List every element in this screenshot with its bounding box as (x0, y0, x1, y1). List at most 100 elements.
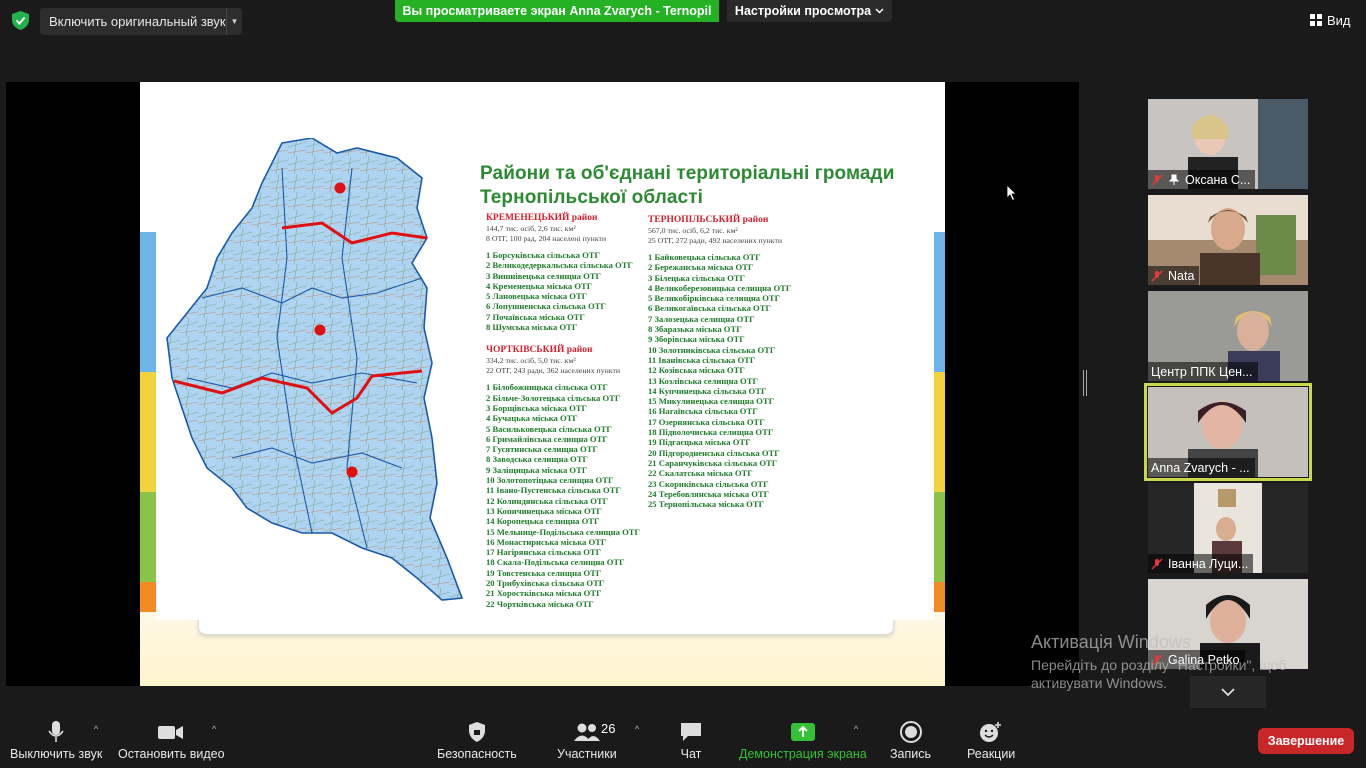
end-meeting-button[interactable]: Завершение (1258, 728, 1354, 754)
otg-list-item: 4 Великоберезовицька селищна ОТГ (648, 282, 792, 293)
participants-button[interactable]: 26 Участники (557, 721, 617, 761)
audio-options-caret-icon[interactable]: ^ (94, 724, 98, 734)
pin-icon (1168, 174, 1180, 185)
otg-list-kremenets: 1 Борсуківська сільська ОТГ 2 Великодедер… (486, 250, 656, 332)
chat-bubble-icon (681, 723, 701, 741)
otg-list-item: 2 Бережанська міська ОТГ (648, 262, 754, 273)
otg-list-item: 10 Золотниківська сільська ОТГ (648, 344, 776, 355)
otg-list-item: 7 Гусятинська селищна ОТГ (486, 444, 598, 455)
mouse-cursor-icon (1007, 185, 1017, 201)
mute-button[interactable]: Выключить звук (10, 721, 102, 761)
otg-list-item: 13 Копичинецька міська ОТГ (486, 505, 602, 516)
otg-list-item: 18 Підволочиська селищна ОТГ (648, 427, 774, 438)
otg-list-item: 25 Тернопільська міська ОТГ (648, 499, 765, 510)
view-options-label: Настройки просмотра (734, 4, 872, 18)
caret-down-icon: ▼ (230, 17, 239, 26)
otg-list-item: 1 Білобожницька сільська ОТГ (486, 382, 608, 393)
slide-decoration-right (933, 232, 945, 652)
district-stats: 25 ОТГ, 272 ради, 492 населених пункти (648, 236, 783, 245)
record-button[interactable]: Запись (890, 721, 931, 761)
otg-list-item: 4 Кременецька міська ОТГ (486, 280, 593, 291)
otg-list-item: 24 Теребовлянська міська ОТГ (648, 488, 770, 499)
otg-list-item: 18 Скала-Подільська селищна ОТГ (486, 557, 625, 568)
participant-name: Nata (1168, 268, 1195, 283)
otg-list-item: 8 Шумська міська ОТГ (486, 322, 578, 333)
otg-list-item: 1 Борсуківська сільська ОТГ (486, 250, 600, 260)
participant-name: Оксана С... (1185, 172, 1251, 187)
participant-tile[interactable]: Nata (1148, 195, 1308, 285)
participants-options-caret-icon[interactable]: ^ (635, 724, 639, 734)
kremenets-marker (334, 182, 346, 194)
microphone-icon (48, 721, 64, 742)
otg-list-item: 16 Монастириська міська ОТГ (486, 536, 607, 547)
original-sound-button[interactable]: Включить оригинальный звук (40, 8, 226, 35)
watermark-text: активувати Windows. (1031, 675, 1167, 691)
slide-title: Райони та об'єднані територіальні громад… (480, 162, 940, 210)
share-options-caret-icon[interactable]: ^ (854, 724, 858, 734)
reactions-label: Реакции (967, 747, 1016, 761)
participant-name-bar: Оксана С... (1148, 170, 1256, 189)
mic-muted-icon (1151, 174, 1163, 185)
record-icon (899, 721, 922, 743)
participants-label: Участники (557, 747, 617, 761)
otg-list-item: 16 Наraївська сільська ОТГ (648, 406, 758, 417)
watermark-text: Перейдіть до розділу "Настройки", щоб (1031, 657, 1287, 673)
participant-tile[interactable]: Оксана С... (1148, 99, 1308, 189)
otg-list-item: 22 Скалатська міська ОТГ (648, 468, 753, 479)
grid-icon (1310, 14, 1322, 26)
view-label: Вид (1327, 12, 1351, 28)
participant-tile[interactable]: Іванна Луци... (1148, 483, 1308, 573)
otg-list-item: 21 Саранчуківська сільська ОТГ (648, 457, 778, 468)
viewing-screen-banner: Вы просматриваете экран Anna Zvarych - T… (395, 0, 719, 22)
otg-list-item: 12 Колиндянська сільська ОТГ (486, 495, 609, 506)
ternopil-marker (314, 324, 326, 336)
chat-button[interactable]: Чат (679, 721, 703, 761)
otg-list-item: 5 Великобірківська селищна ОТГ (648, 293, 781, 304)
otg-list-item: 12 Козівська міська ОТГ (648, 365, 745, 376)
otg-list-item: 3 Борщівська міська ОТГ (486, 402, 587, 413)
otg-list-item: 2 Великодедеркальська сільська ОТГ (486, 260, 633, 271)
share-screen-icon (790, 723, 815, 741)
otg-list-item: 19 Товстенська селищна ОТГ (486, 567, 602, 578)
participants-count: 26 (601, 721, 616, 736)
video-options-caret-icon[interactable]: ^ (212, 724, 216, 734)
security-label: Безопасность (437, 747, 517, 761)
otg-list-item: 4 Бучацька міська ОТГ (486, 413, 578, 424)
district-stats: 567,0 тис. осіб, 6,2 тис. км² (648, 226, 738, 235)
security-shield-icon[interactable] (12, 11, 29, 30)
panel-resize-handle[interactable] (1083, 370, 1087, 396)
participant-tile-active-speaker[interactable]: Anna Zvarych - ... (1144, 383, 1312, 481)
participant-name-bar: Іванна Луци... (1148, 554, 1254, 573)
original-sound-dropdown[interactable]: ▼ (226, 8, 242, 35)
view-options-button[interactable]: Настройки просмотра (727, 0, 892, 22)
district-stats: 334,2 тис. осіб, 5,0 тис. км² (486, 356, 576, 366)
otg-list-item: 1 Байковецька сільська ОТГ (648, 252, 761, 262)
slide-title-line1: Райони та об'єднані територіальні громад… (480, 163, 895, 184)
otg-list-item: 6 Гримайлівська селищна ОТГ (486, 433, 608, 444)
share-screen-label: Демонстрация экрана (739, 747, 867, 761)
district-name-chortkiv: ЧОРТКІВСЬКИЙ район (486, 345, 593, 356)
otg-list-item: 9 Заліщицька міська ОТГ (486, 464, 588, 475)
participant-tile[interactable]: Центр ППК Цен... (1148, 291, 1308, 381)
district-stats: 8 ОТГ, 100 рад, 204 населені пункти (486, 234, 607, 243)
windows-activation-watermark: Активація Windows Перейдіть до розділу "… (1031, 632, 1286, 691)
otg-list-item: 22 Чортківська міська ОТГ (486, 598, 594, 609)
participant-name-bar: Anna Zvarych - ... (1148, 458, 1255, 477)
otg-list-item: 5 Васильковецька сільська ОТГ (486, 423, 612, 434)
mic-muted-icon (1151, 270, 1163, 281)
security-button[interactable]: Безопасность (437, 721, 517, 761)
otg-list-item: 17 Озернянська сільська ОТГ (648, 416, 765, 427)
otg-list-item: 7 Почаївська міська ОТГ (486, 311, 585, 322)
stop-video-button[interactable]: Остановить видео (118, 721, 225, 761)
reactions-button[interactable]: Реакции (967, 721, 1015, 761)
view-button[interactable]: Вид (1310, 10, 1358, 30)
district-column-left: КРЕМЕНЕЦЬКИЙ район 144,7 тис. осіб, 2,6 … (486, 212, 656, 609)
chat-label: Чат (680, 747, 702, 761)
mic-muted-icon (1151, 558, 1163, 569)
participant-name: Центр ППК Цен... (1151, 364, 1253, 379)
share-screen-button[interactable]: Демонстрация экрана (739, 721, 867, 761)
chortkiv-marker (346, 466, 358, 478)
participant-name: Anna Zvarych - ... (1151, 460, 1250, 475)
district-stats: 144,7 тис. осіб, 2,6 тис. км² (486, 224, 576, 233)
otg-list-item: 3 Білецька сільська ОТГ (648, 272, 745, 283)
